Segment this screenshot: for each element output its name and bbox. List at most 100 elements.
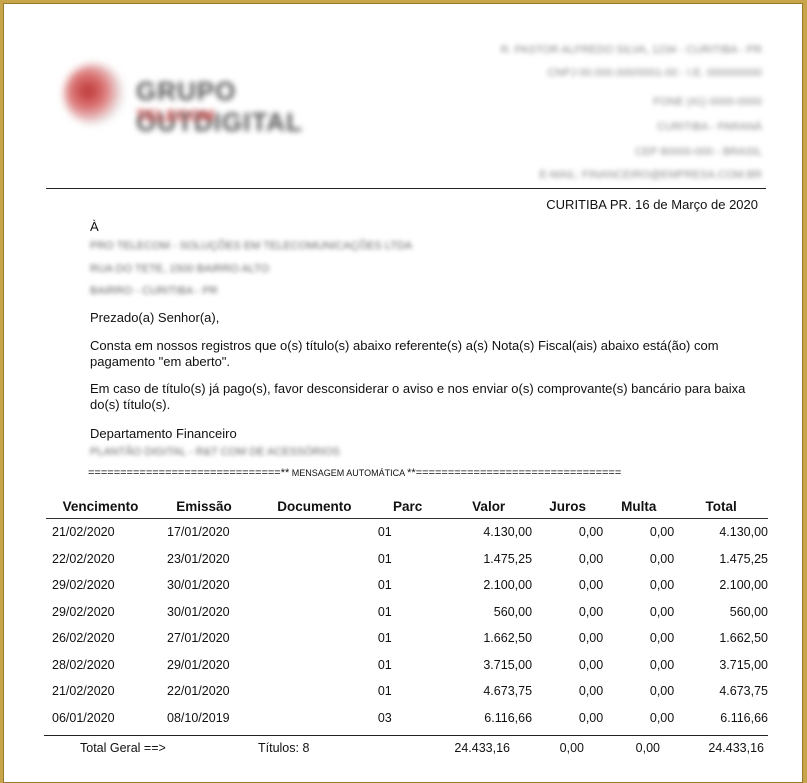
paragraph-instructions: Em caso de título(s) já pago(s), favor d… — [90, 381, 746, 412]
total-multa: 0,00 — [635, 741, 660, 755]
company-logo: GRUPO OUTDIGITAL TELECOM — [56, 56, 396, 146]
cell-juros: 0,00 — [578, 657, 604, 672]
separator-right: **================================ — [407, 467, 622, 479]
cell-multa: 0,00 — [649, 525, 675, 540]
cell-valor: 4.130,00 — [483, 525, 533, 540]
cell-emissao: 23/01/2020 — [167, 551, 230, 566]
cell-emissao: 29/01/2020 — [167, 657, 230, 672]
cell-documento — [259, 625, 370, 652]
table-row: 21/02/2020 17/01/2020 01 4.130,00 0,00 0… — [46, 519, 768, 546]
cell-total: 6.116,66 — [720, 710, 768, 725]
cell-total: 560,00 — [729, 604, 768, 619]
recipient-line-1: PRO TELECOM - SOLUÇÕES EM TELECOMUNICAÇÕ… — [90, 240, 413, 252]
contact-line-6: E-MAIL: FINANCEIRO@EMPRESA.COM.BR — [539, 169, 762, 181]
total-label: Total Geral ==> — [80, 741, 166, 755]
cell-juros: 0,00 — [578, 578, 604, 593]
cell-emissao: 30/01/2020 — [167, 604, 230, 619]
cell-parc: 01 — [377, 525, 392, 540]
cell-documento — [259, 705, 370, 732]
contact-line-1: R. PASTOR ALFREDO SILVA, 1234 - CURITIBA… — [500, 44, 762, 56]
cell-multa: 0,00 — [649, 631, 675, 646]
cell-juros: 0,00 — [578, 604, 604, 619]
titles-table: Vencimento Emissão Documento Parc Valor … — [46, 494, 768, 731]
total-geral: 24.433,16 — [708, 741, 764, 755]
contact-line-3: FONE (41) 0000-0000 — [653, 96, 762, 108]
cell-juros: 0,00 — [578, 631, 604, 646]
logo-mark-icon — [64, 64, 124, 124]
company-tagline: TELECOM — [136, 108, 215, 125]
cell-juros: 0,00 — [578, 710, 604, 725]
header-documento: Documento — [277, 498, 352, 514]
table-row: 26/02/2020 27/01/2020 01 1.662,50 0,00 0… — [46, 625, 768, 652]
company-name: GRUPO OUTDIGITAL — [136, 76, 303, 137]
cell-juros: 0,00 — [578, 684, 604, 699]
header-emissao: Emissão — [176, 498, 232, 514]
total-valor: 24.433,16 — [454, 741, 510, 755]
contact-line-4: CURITIBA - PARANÁ — [657, 121, 762, 133]
header-juros: Juros — [549, 498, 586, 514]
cell-parc: 01 — [377, 684, 392, 699]
cell-parc: 01 — [377, 631, 392, 646]
cell-multa: 0,00 — [649, 578, 675, 593]
cell-total: 3.715,00 — [719, 657, 768, 672]
cell-vencimento: 29/02/2020 — [52, 604, 115, 619]
cell-emissao: 08/10/2019 — [167, 710, 230, 725]
titles-count: Títulos: 8 — [258, 741, 310, 755]
cell-total: 1.475,25 — [719, 551, 768, 566]
table-row: 06/01/2020 08/10/2019 03 6.116,66 0,00 0… — [46, 705, 768, 732]
totals-divider — [44, 735, 768, 736]
cell-juros: 0,00 — [578, 551, 604, 566]
recipient-line-2: RUA DO TETE, 1500 BAIRRO ALTO — [90, 263, 270, 275]
cell-total: 4.673,75 — [719, 684, 768, 699]
cell-documento — [259, 678, 370, 705]
table-row: 22/02/2020 23/01/2020 01 1.475,25 0,00 0… — [46, 546, 768, 573]
total-juros: 0,00 — [559, 741, 584, 755]
contact-line-5: CEP 80000-000 - BRASIL — [635, 146, 762, 158]
cell-parc: 01 — [377, 551, 392, 566]
header-multa: Multa — [621, 498, 657, 514]
cell-valor: 3.715,00 — [483, 657, 533, 672]
cell-emissao: 22/01/2020 — [167, 684, 230, 699]
header-valor: Valor — [472, 498, 506, 514]
cell-vencimento: 29/02/2020 — [52, 578, 115, 593]
cell-vencimento: 26/02/2020 — [52, 631, 115, 646]
cell-documento — [259, 546, 370, 573]
cell-vencimento: 28/02/2020 — [52, 657, 115, 672]
cell-valor: 4.673,75 — [483, 684, 533, 699]
header-parc: Parc — [392, 498, 423, 514]
cell-valor: 1.475,25 — [483, 551, 533, 566]
cell-emissao: 17/01/2020 — [167, 525, 230, 540]
cell-total: 1.662,50 — [719, 631, 768, 646]
cell-multa: 0,00 — [649, 551, 675, 566]
cell-multa: 0,00 — [649, 604, 675, 619]
contact-line-2: CNPJ 00.000.000/0001-00 - I.E. 000000000 — [547, 67, 762, 79]
table-row: 28/02/2020 29/01/2020 01 3.715,00 0,00 0… — [46, 652, 768, 679]
cell-valor: 2.100,00 — [483, 578, 533, 593]
department-subline: PLANTÃO DIGITAL - R&T COM DE ACESSÓRIOS — [90, 446, 340, 458]
table-header-row: Vencimento Emissão Documento Parc Valor … — [46, 494, 768, 519]
header-divider — [46, 188, 766, 189]
cell-valor: 1.662,50 — [483, 631, 533, 646]
cell-parc: 03 — [377, 710, 392, 725]
to-label: À — [90, 219, 99, 234]
cell-valor: 560,00 — [493, 604, 533, 619]
department-name: Departamento Financeiro — [90, 426, 237, 441]
header-vencimento: Vencimento — [62, 498, 139, 514]
cell-multa: 0,00 — [649, 684, 675, 699]
cell-valor: 6.116,66 — [484, 710, 533, 725]
header-total: Total — [705, 498, 737, 514]
cell-emissao: 27/01/2020 — [167, 631, 230, 646]
cell-total: 2.100,00 — [719, 578, 768, 593]
cell-vencimento: 21/02/2020 — [52, 525, 115, 540]
cell-documento — [259, 599, 370, 626]
cell-parc: 01 — [377, 578, 392, 593]
cell-documento — [259, 652, 370, 679]
cell-vencimento: 21/02/2020 — [52, 684, 115, 699]
cell-emissao: 30/01/2020 — [167, 578, 230, 593]
cell-vencimento: 06/01/2020 — [52, 710, 115, 725]
cell-vencimento: 22/02/2020 — [52, 551, 115, 566]
table-row: 29/02/2020 30/01/2020 01 2.100,00 0,00 0… — [46, 572, 768, 599]
cell-documento — [259, 519, 370, 546]
table-row: 21/02/2020 22/01/2020 01 4.673,75 0,00 0… — [46, 678, 768, 705]
recipient-line-3: BAIRRO - CURITIBA - PR — [90, 285, 218, 297]
